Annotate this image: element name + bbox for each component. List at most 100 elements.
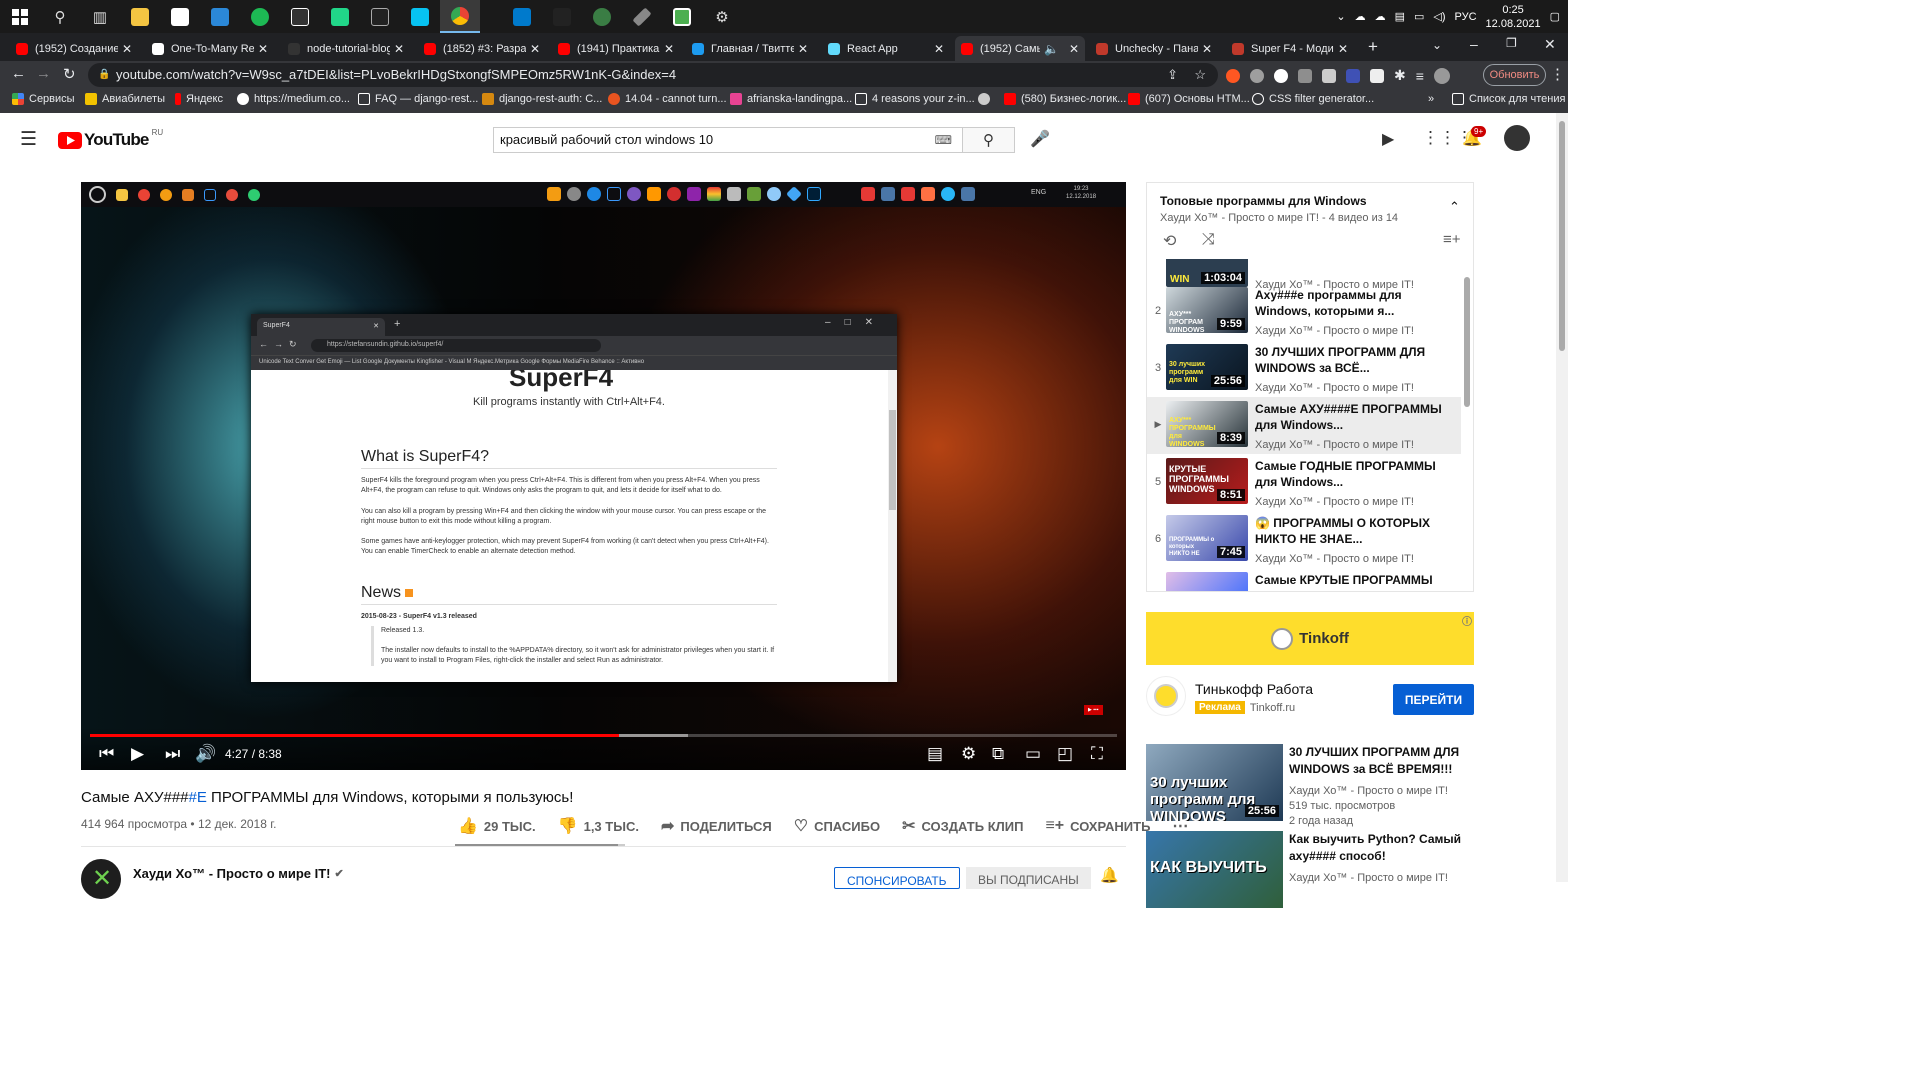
sponsor-button[interactable]: СПОНСИРОВАТЬ [834,867,960,889]
bookmark-star-icon[interactable]: ☆ [1194,63,1206,87]
bookmark-item[interactable] [978,93,995,105]
puzzle-icon[interactable]: ✱ [1394,67,1406,84]
install-icon[interactable]: ⇪ [1167,63,1178,87]
onedrive-icon[interactable]: ☁ [1375,10,1386,23]
channel-name[interactable]: Хауди Хо™ - Просто о мире IT! ✔ [133,866,344,881]
shuffle-icon[interactable]: ⤨ [1202,231,1215,249]
close-icon[interactable]: ✕ [530,42,540,56]
playlist-title[interactable]: Топовые программы для Windows [1160,194,1367,208]
thanks-button[interactable]: ♡ СПАСИБО [794,816,880,836]
bookmark-item[interactable]: Сервисы [12,93,75,105]
microphone-icon[interactable]: 🎤 [1030,129,1050,149]
bookmark-item[interactable]: (580) Бизнес-логик... [1004,93,1126,105]
file-explorer-icon[interactable] [120,0,160,33]
keyboard-icon[interactable]: ⌨ [935,128,952,152]
browser-tab[interactable]: Unchecky - Панац ✕ [1090,36,1218,61]
chrome-icon[interactable] [440,0,480,33]
forward-icon[interactable]: → [36,65,51,82]
close-icon[interactable]: ✕ [934,42,944,56]
vscode-icon[interactable] [502,0,542,33]
search-button[interactable]: ⚲ [963,127,1015,153]
loop-icon[interactable]: ⟲ [1163,231,1176,251]
like-button[interactable]: 👍 29 ТЫС. [458,816,536,836]
browser-tab[interactable]: node-tutorial-blog ✕ [282,36,410,61]
browser-tab[interactable]: Главная / Твиттер ✕ [686,36,814,61]
collapse-icon[interactable]: ⌃ [1449,199,1460,215]
notification-icon[interactable]: ▢ [1550,10,1560,23]
extension-icon[interactable] [1226,68,1240,83]
battery-icon[interactable]: ▭ [1414,10,1424,23]
close-icon[interactable]: ✕ [394,42,404,56]
next-icon[interactable]: ⏭ [165,744,180,764]
ad-cta-button[interactable]: ПЕРЕЙТИ [1393,684,1474,715]
subtitles-icon[interactable]: ▤ [927,744,943,764]
subscribed-button[interactable]: ВЫ ПОДПИСАНЫ [966,867,1091,889]
reload-icon[interactable]: ↻ [63,65,76,83]
new-tab-button[interactable]: + [1368,37,1378,57]
recommended-video[interactable]: КАК ВЫУЧИТЬ Как выучить Python? Самый ах… [1146,831,1474,911]
subscribe-watermark[interactable]: ▶ ▪▪▪ [1084,705,1103,715]
chevron-up-icon[interactable]: ⌄ [1336,10,1345,23]
extension-icon[interactable] [1322,68,1336,83]
bookmarks-overflow-icon[interactable]: » [1428,93,1434,105]
playlist-item[interactable]: 3 30 лучших программ для WIN 25:56 30 ЛУЧ… [1147,340,1473,397]
playlist-item[interactable]: 7 Самые КРУТЫЕ ПРОГРАММЫ для Windows... [1147,568,1473,591]
reading-list[interactable]: Список для чтения [1452,93,1565,105]
epic-games-icon[interactable] [280,0,320,33]
playlist-scrollbar[interactable] [1464,277,1470,407]
ad-banner[interactable]: Tinkoff ⓘ [1146,612,1474,665]
avatar[interactable] [1504,125,1530,151]
menu-icon[interactable]: ☰ [20,128,37,151]
start-button[interactable] [0,0,40,33]
bookmark-item[interactable]: afrianska-landingpa... [730,93,852,105]
bookmark-item[interactable]: django-rest-auth: C... [482,93,602,105]
dislike-button[interactable]: 👎 1,3 ТЫС. [558,816,639,836]
more-menu-icon[interactable]: ⋮ [1550,65,1565,83]
extension-icon[interactable] [1346,68,1360,83]
create-video-icon[interactable]: ▶ [1382,129,1394,149]
webstorm-icon[interactable] [400,0,440,33]
clip-button[interactable]: ✂ СОЗДАТЬ КЛИП [902,816,1023,836]
close-icon[interactable]: ✕ [122,42,132,56]
browser-tab[interactable]: Super F4 - Модиф ✕ [1226,36,1354,61]
browser-tab[interactable]: React App ✕ [822,36,950,61]
cast-icon[interactable]: ◰ [1057,744,1073,764]
store-icon[interactable] [160,0,200,33]
maximize-button[interactable]: ❐ [1506,36,1517,50]
save-button[interactable]: ≡+ СОХРАНИТЬ [1045,817,1150,835]
pycharm-icon[interactable] [320,0,360,33]
recommended-video[interactable]: 30 лучших программ для WINDOWS 25:56 30 … [1146,744,1474,827]
hashtag-link[interactable]: #Е [189,789,207,806]
advertiser-avatar[interactable] [1146,676,1186,716]
bookmark-item[interactable]: CSS filter generator... [1252,93,1374,105]
clock[interactable]: 0:25 12.08.2021 [1486,3,1541,31]
video-player[interactable]: ENG 19:23 12.12.2018 SuperF4 ✕ + –□✕ ←→↻ … [81,182,1126,770]
playlist-menu-icon[interactable]: ≡+ [1443,231,1461,248]
razer-icon[interactable] [542,0,582,33]
search-icon[interactable]: ⚲ [40,0,80,33]
cloud-icon[interactable]: ☁ [1355,10,1366,23]
ad-title[interactable]: Тинькофф Работа [1195,681,1313,697]
playlist-item[interactable]: 2 АХУ*** ПРОГРАМ WINDOWS 9:59 Аху###е про… [1147,283,1473,340]
window-close-button[interactable]: ✕ [1544,36,1556,53]
back-icon[interactable]: ← [11,65,26,82]
avatar[interactable] [1433,67,1450,84]
bookmark-item[interactable]: Авиабилеты [85,93,165,105]
fullscreen-icon[interactable]: ⛶ [1091,744,1103,764]
minimize-button[interactable]: – [1470,36,1478,52]
bookmark-item[interactable]: FAQ — django-rest... [358,93,478,105]
settings-icon[interactable]: ⚙ [961,744,976,764]
info-icon[interactable]: ⓘ [1462,613,1472,628]
volume-icon[interactable]: ◁) [1433,10,1445,23]
network-icon[interactable]: ▤ [1395,10,1405,23]
channel-avatar[interactable]: ✕ [81,859,121,899]
extension-icon[interactable] [1370,68,1384,83]
spotify-icon[interactable] [240,0,280,33]
close-icon[interactable]: ✕ [258,42,268,56]
terminal-icon[interactable] [360,0,400,33]
speaker-icon[interactable]: 🔈 [1044,42,1059,56]
progress-bar[interactable] [90,734,1117,737]
address-bar[interactable]: 🔒 youtube.com/watch?v=W9sc_a7tDEI&list=P… [88,63,1218,87]
update-button[interactable]: Обновить [1483,64,1546,86]
vpn-icon[interactable] [582,0,622,33]
